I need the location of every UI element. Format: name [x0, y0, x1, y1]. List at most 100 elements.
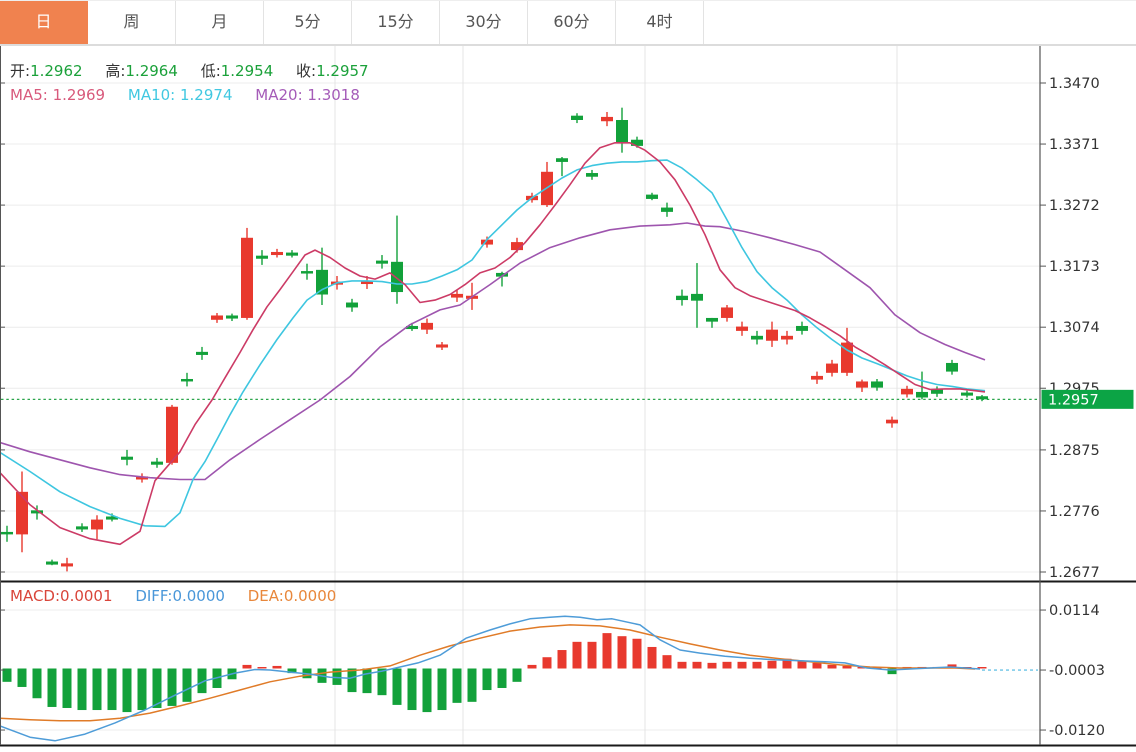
tab-30min[interactable]: 30分 [440, 1, 528, 44]
candle-body [271, 252, 283, 255]
macd-bar [618, 636, 627, 668]
candle-body [901, 389, 913, 395]
macd-bar [393, 669, 402, 705]
macd-bar [78, 669, 87, 711]
macd-bar [573, 642, 582, 669]
panel-separator [0, 581, 1136, 583]
macd-bar [498, 669, 507, 688]
price-axis-label: 1.3470 [1049, 76, 1100, 92]
macd-bar [408, 669, 417, 711]
price-axis-label: 1.2875 [1049, 443, 1100, 459]
candle-body [91, 520, 103, 530]
tab-monthly[interactable]: 月 [176, 1, 264, 44]
macd-bar [483, 669, 492, 691]
macd-axis-label: -0.0120 [1049, 723, 1105, 739]
candle-body [196, 352, 208, 355]
macd-bar [603, 633, 612, 668]
macd-bar [63, 669, 72, 708]
candle-body [601, 117, 613, 121]
candle-body [856, 381, 868, 387]
ma20-label: MA20: [255, 86, 302, 104]
tab-60min[interactable]: 60分 [528, 1, 616, 44]
candle-body [826, 364, 838, 373]
macd-bar [543, 657, 552, 668]
ma-legend: MA5: 1.2969 MA10: 1.2974 MA20: 1.3018 [10, 86, 378, 104]
price-axis-label: 1.2776 [1049, 504, 1100, 520]
macd-bar [588, 642, 597, 669]
close-label: 收: [296, 62, 316, 80]
macd-bar [453, 669, 462, 703]
candle-body [166, 407, 178, 463]
price-axis-label: 1.2677 [1049, 565, 1100, 581]
price-axis-label: 1.3173 [1049, 259, 1100, 275]
open-value: 1.2962 [30, 62, 83, 80]
close-value: 1.2957 [316, 62, 369, 80]
macd-bar [648, 647, 657, 669]
ma10-line [0, 160, 985, 526]
macd-bar [348, 669, 357, 693]
chart-canvas[interactable]: 1.34701.33711.32721.31731.30741.29751.28… [0, 0, 1136, 752]
macd-bar [18, 669, 27, 687]
candle-body [16, 492, 28, 535]
tab-4hour[interactable]: 4时 [616, 1, 704, 44]
macd-bar [363, 669, 372, 694]
diff-label: DIFF: [135, 587, 172, 605]
price-axis-label: 1.3074 [1049, 320, 1100, 336]
candle-body [796, 326, 808, 331]
macd-axis-label: -0.0003 [1049, 663, 1105, 679]
macd-axis-label: 0.0114 [1049, 603, 1100, 619]
macd-label: MACD: [10, 587, 60, 605]
macd-bar [468, 669, 477, 702]
macd-bar [663, 655, 672, 668]
tab-15min[interactable]: 15分 [352, 1, 440, 44]
macd-bar [48, 669, 57, 707]
ohlc-legend: 开:1.2962 高:1.2964 低:1.2954 收:1.2957 [10, 60, 387, 81]
candle-body [661, 208, 673, 212]
candle-body [781, 336, 793, 340]
macd-bar [423, 669, 432, 713]
price-axis-label: 1.3272 [1049, 198, 1100, 214]
ma10-value: 1.2974 [180, 86, 233, 104]
low-value: 1.2954 [221, 62, 274, 80]
high-value: 1.2964 [125, 62, 178, 80]
candle-body [571, 116, 583, 120]
price-axis-label: 1.3371 [1049, 137, 1100, 153]
macd-bar [678, 662, 687, 669]
candle-body [391, 262, 403, 292]
candle-body [961, 393, 973, 396]
candle-body [811, 376, 823, 380]
macd-bar [723, 662, 732, 669]
candle-body [976, 396, 988, 399]
ma5-value: 1.2969 [53, 86, 106, 104]
candle-body [436, 344, 448, 347]
candle-body [766, 330, 778, 341]
ma20-line [0, 223, 985, 480]
tab-weekly[interactable]: 周 [88, 1, 176, 44]
macd-bar [813, 663, 822, 669]
candle-body [556, 158, 568, 162]
candle-body [76, 526, 88, 529]
macd-bar [378, 669, 387, 696]
candle-body [421, 323, 433, 330]
candle-body [256, 256, 268, 259]
timeframe-tabbar: 日 周 月 5分 15分 30分 60分 4时 [0, 0, 1136, 45]
candle-body [151, 462, 163, 465]
candle-body [706, 318, 718, 322]
candle-body [451, 294, 463, 298]
candle-body [46, 562, 58, 565]
macd-bar [438, 669, 447, 711]
ma20-value: 1.3018 [307, 86, 360, 104]
macd-bar [528, 665, 537, 669]
candle-body [676, 296, 688, 300]
macd-bar [513, 669, 522, 682]
tab-daily[interactable]: 日 [0, 1, 88, 44]
candle-body [751, 336, 763, 340]
ma10-label: MA10: [128, 86, 175, 104]
low-label: 低: [201, 62, 221, 80]
candle-body [616, 120, 628, 143]
macd-bar [768, 661, 777, 669]
ma5-label: MA5: [10, 86, 48, 104]
high-label: 高: [105, 62, 125, 80]
tab-5min[interactable]: 5分 [264, 1, 352, 44]
macd-bar [258, 667, 267, 669]
